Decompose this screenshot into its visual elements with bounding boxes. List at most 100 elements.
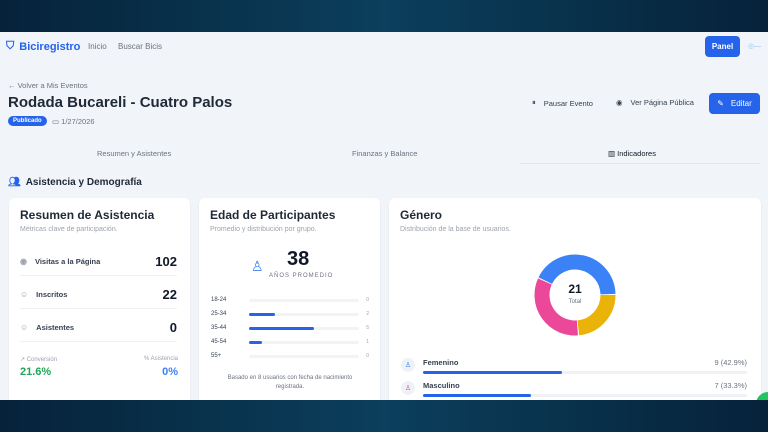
age-bar-track <box>249 354 359 358</box>
metric-attendees: ☺ Asistentes 0 <box>20 314 177 342</box>
age-bar-track <box>249 340 359 344</box>
age-bar-track <box>249 298 359 302</box>
age-bar-fill <box>249 340 262 344</box>
age-group-label: 35-44 <box>211 325 227 331</box>
brand-logo[interactable]: ⛉ Biciregistro <box>6 40 80 53</box>
eye-icon: ◉ <box>616 98 623 107</box>
age-bar-track <box>249 326 359 330</box>
age-group-label: 18-24 <box>211 297 227 303</box>
shield-icon: ⛉ <box>6 40 15 52</box>
metric-registered: ☺ Inscritos 22 <box>20 281 177 309</box>
metric-value: 0 <box>169 320 177 335</box>
gender-bar-fill <box>423 394 531 397</box>
card-title: Edad de Participantes <box>210 208 336 222</box>
age-card: Edad de Participantes Promedio y distrib… <box>199 198 380 400</box>
user-check-icon: ☺ <box>20 323 29 332</box>
conversion-value: 21.6% <box>20 366 52 378</box>
average-age-label: AÑOS PROMEDIO <box>269 273 334 279</box>
brand-name: Biciregistro <box>19 40 81 53</box>
user-icon: ♙ <box>401 381 415 395</box>
metric-value: 22 <box>162 287 177 302</box>
tab-indicadores[interactable]: ▥ Indicadores <box>608 149 656 158</box>
gender-bar-fill <box>423 371 562 374</box>
status-badge: Publicado <box>8 116 47 126</box>
event-date: ▭ 1/27/2026 <box>52 117 95 126</box>
tab-resumen[interactable]: Resumen y Asistentes <box>97 149 171 158</box>
nav-link-buscar-bicis[interactable]: Buscar Bicis <box>118 42 162 51</box>
card-subtitle: Promedio y distribución por grupo. <box>210 226 317 233</box>
user-icon: ♙ <box>401 358 415 372</box>
gender-value: 9 (42.9%) <box>714 358 747 367</box>
age-group-count: 0 <box>366 297 369 303</box>
age-group-label: 25-34 <box>211 311 227 317</box>
card-subtitle: Métricas clave de participación. <box>20 226 118 233</box>
age-bar-fill <box>249 326 314 330</box>
gender-label: Masculino <box>423 381 460 390</box>
age-group-row: 45-54 1 <box>211 337 369 347</box>
donut-total-label: Total <box>568 299 582 305</box>
age-bar-track <box>249 312 359 316</box>
card-subtitle: Distribución de la base de usuarios. <box>400 226 511 233</box>
conversion-label: ↗ Conversión <box>20 356 57 363</box>
gender-bar-track <box>423 371 747 374</box>
back-link[interactable]: ← Volver a Mis Eventos <box>8 81 88 90</box>
view-label: Ver Página Pública <box>630 98 694 107</box>
age-group-row: 25-34 2 <box>211 309 369 319</box>
gender-bar-track <box>423 394 747 397</box>
panel-button[interactable]: Panel <box>705 36 740 57</box>
pause-icon: ⏸ <box>532 98 536 107</box>
users-icon: ☺ <box>20 290 29 299</box>
age-bar-fill <box>249 312 275 316</box>
age-group-label: 45-54 <box>211 339 227 345</box>
metric-value: 102 <box>155 254 177 269</box>
pause-event-button[interactable]: ⏸ Pausar Evento <box>532 98 593 108</box>
edit-label: Editar <box>730 99 752 108</box>
chart-icon: ▥ <box>608 149 618 158</box>
age-note: Basado en 8 usuarios con fecha de nacimi… <box>227 375 353 390</box>
users-icon: 👥︎ <box>8 177 21 188</box>
view-public-page-button[interactable]: ◉ Ver Página Pública <box>616 98 694 107</box>
page-title: Rodada Bucareli - Cuatro Palos <box>8 94 233 111</box>
age-group-count: 2 <box>366 311 369 317</box>
eye-icon: ◉ <box>20 257 27 266</box>
attendance-rate-value: 0% <box>162 366 178 378</box>
metric-label: Visitas a la Página <box>34 257 101 266</box>
conversion-label-text: Conversión <box>26 357 58 363</box>
age-group-row: 35-44 5 <box>211 323 369 333</box>
age-group-count: 0 <box>366 353 369 359</box>
metric-label: Asistentes <box>36 323 75 332</box>
tab-underline <box>520 163 760 164</box>
gender-card: Género Distribución de la base de usuari… <box>389 198 761 400</box>
age-group-count: 5 <box>366 325 369 331</box>
average-age: 38 <box>287 248 310 270</box>
donut-total: 21 <box>568 282 582 296</box>
age-group-count: 1 <box>366 339 369 345</box>
gender-value: 7 (33.3%) <box>714 381 747 390</box>
attendance-card: Resumen de Asistencia Métricas clave de … <box>9 198 190 400</box>
gender-row-masculino: ♙ Masculino 7 (33.3%) <box>401 381 747 400</box>
metric-label: Inscritos <box>36 290 68 299</box>
edit-button[interactable]: ✎ Editar <box>709 93 760 114</box>
metric-visits: ◉ Visitas a la Página 102 <box>20 248 177 276</box>
tab-label: Indicadores <box>617 149 656 158</box>
page: ⛉ Biciregistro Inicio Buscar Bicis Panel … <box>0 32 768 400</box>
date-text: 1/27/2026 <box>61 117 95 126</box>
nav-link-inicio[interactable]: Inicio <box>88 42 107 51</box>
card-title: Género <box>400 208 443 222</box>
attendance-rate-label: % Asistencia <box>143 356 178 362</box>
top-nav: ⛉ Biciregistro Inicio Buscar Bicis Panel … <box>0 32 768 62</box>
user-icon: ♙ <box>251 258 264 274</box>
tab-finanzas[interactable]: Finanzas y Balance <box>352 149 417 158</box>
gender-row-femenino: ♙ Femenino 9 (42.9%) <box>401 358 747 380</box>
trend-icon: ↗ <box>20 357 27 363</box>
section-label: Asistencia y Demografía <box>25 177 142 188</box>
user-avatar[interactable]: ◎— <box>748 42 764 50</box>
pause-label: Pausar Evento <box>543 98 593 108</box>
age-group-label: 55+ <box>211 353 222 359</box>
edit-icon: ✎ <box>717 99 724 108</box>
gender-label: Femenino <box>423 358 459 367</box>
section-title: 👥︎ Asistencia y Demografía <box>8 177 142 188</box>
card-title: Resumen de Asistencia <box>20 208 155 222</box>
calendar-icon: ▭ <box>52 117 62 126</box>
age-group-row: 18-24 0 <box>211 295 369 305</box>
